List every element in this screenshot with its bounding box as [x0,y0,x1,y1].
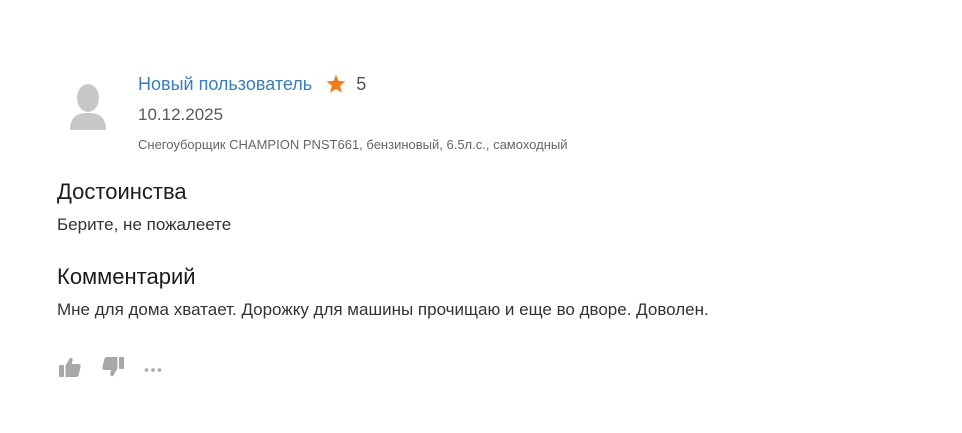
author-name-link[interactable]: Новый пользователь [138,74,312,95]
like-button[interactable] [58,357,82,381]
user-avatar-icon [68,82,108,132]
pros-section: Достоинства Берите, не пожалеете [57,178,942,237]
pros-title: Достоинства [57,179,187,204]
more-options-button[interactable] [143,357,163,381]
dislike-button[interactable] [101,355,125,384]
comment-title: Комментарий [57,264,196,289]
pros-text: Берите, не пожалеете [57,215,232,234]
review-header: Новый пользователь 5 10.12.2025 Снегоубо… [138,70,942,155]
thumbs-down-icon [101,355,125,384]
thumbs-up-icon [58,355,82,384]
star-icon [326,74,346,94]
author-row: Новый пользователь 5 [138,70,942,98]
comment-text: Мне для дома хватает. Дорожку для машины… [57,300,709,319]
review-date: 10.12.2025 [138,105,224,124]
product-name: Снегоуборщик CHAMPION PNST661, бензиновы… [138,137,568,152]
more-dots-icon [143,360,163,378]
rating: 5 [326,74,366,95]
comment-section: Комментарий Мне для дома хватает. Дорожк… [57,263,942,322]
rating-value: 5 [356,73,367,94]
review-card: Новый пользователь 5 10.12.2025 Снегоубо… [0,0,962,433]
review-actions [58,355,163,384]
